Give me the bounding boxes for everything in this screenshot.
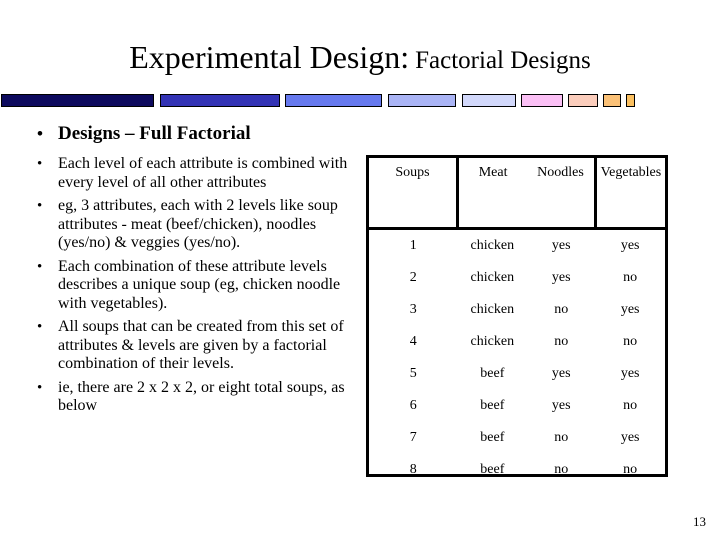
table-cell-meat: chicken — [470, 334, 515, 349]
page-number: 13 — [693, 514, 706, 529]
bullet-text: eg, 3 attributes, each with 2 levels lik… — [58, 197, 338, 251]
accent-bar-segment-pale-blue — [462, 94, 516, 107]
table-cell-soups: 2 — [409, 270, 417, 285]
accent-bar-segment-periwinkle — [388, 94, 456, 107]
table-cell-vegetables: no — [623, 462, 638, 477]
accent-bar-segment-orange — [603, 94, 621, 107]
accent-bar-segment-orange-tiny — [626, 94, 635, 107]
table-cell-meat: beef — [480, 462, 505, 477]
table-cell-soups: 3 — [409, 302, 417, 317]
table-cell-vegetables: yes — [620, 302, 640, 317]
table-row: 6 beef yes no — [369, 390, 665, 422]
table-cell-soups: 5 — [409, 366, 417, 381]
table-cell-meat: beef — [480, 430, 505, 445]
table-cell-vegetables: yes — [620, 430, 640, 445]
table-cell-meat: beef — [480, 366, 505, 381]
bullet-text: Each level of each attribute is combined… — [58, 155, 348, 191]
table-cell-noodles: yes — [551, 398, 571, 413]
table-cell-meat: chicken — [470, 302, 515, 317]
accent-bar-segment-peach — [568, 94, 598, 107]
table-header-soups: Soups — [369, 158, 459, 230]
page-title: Experimental Design: Factorial Designs — [0, 38, 720, 80]
table-cell-vegetables: no — [623, 270, 638, 285]
bullet-item: • Each combination of these attribute lev… — [30, 258, 360, 314]
table-cell-soups: 4 — [409, 334, 417, 349]
table-row: 8 beef no no — [369, 454, 665, 486]
table-row: 4 chicken no no — [369, 326, 665, 358]
decorative-accent-bar — [0, 94, 720, 109]
soup-combination-table: Soups Meat Noodles Vegetables 1 chicken ye… — [366, 155, 668, 477]
accent-bar-segment-indigo — [160, 94, 280, 107]
table-cell-vegetables: yes — [620, 366, 640, 381]
title-subtitle-text: Factorial Designs — [415, 47, 591, 74]
bullet-dot-icon: • — [37, 379, 43, 396]
table-row: 7 beef no yes — [369, 422, 665, 454]
title-main-text: Experimental Design: — [129, 39, 410, 75]
table-cell-noodles: yes — [551, 238, 571, 253]
bullet-text: All soups that can be created from this … — [58, 318, 344, 372]
bullet-item: • eg, 3 attributes, each with 2 levels li… — [30, 197, 360, 253]
bullet-item: • All soups that can be created from this… — [30, 318, 360, 374]
table-cell-vegetables: yes — [620, 238, 640, 253]
table-cell-meat: chicken — [470, 238, 515, 253]
table-cell-noodles: no — [554, 462, 569, 477]
table-cell-soups: 1 — [409, 238, 417, 253]
bullet-text: ie, there are 2 x 2 x 2, or eight total … — [58, 378, 345, 415]
table-cell-noodles: no — [554, 430, 569, 445]
table-row: 1 chicken yes yes — [369, 229, 665, 263]
table-cell-noodles: yes — [551, 270, 571, 285]
bullet-dot-icon: • — [37, 319, 43, 335]
table-header-meat: Meat — [457, 158, 528, 230]
table-cell-soups: 8 — [409, 462, 417, 477]
bullet-dot-icon: • — [37, 156, 43, 172]
table-cell-soups: 7 — [409, 430, 417, 445]
bullet-dot-icon: • — [37, 198, 43, 214]
table-cell-noodles: yes — [551, 366, 571, 381]
table-row: 3 chicken no yes — [369, 294, 665, 326]
accent-bar-segment-pink — [521, 94, 563, 107]
bullet-list: • Designs – Full Factorial • Each level of … — [30, 122, 360, 421]
table-row: 5 beef yes yes — [369, 358, 665, 390]
table-row: 2 chicken yes no — [369, 262, 665, 294]
table-header-noodles: Noodles — [527, 158, 597, 230]
table-header-vegetables: Vegetables — [595, 158, 665, 230]
accent-bar-segment-navy — [1, 94, 154, 107]
table-cell-noodles: no — [554, 302, 569, 317]
table-cell-meat: beef — [480, 398, 505, 413]
bullet-item: • ie, there are 2 x 2 x 2, or eight total… — [30, 379, 360, 416]
table-cell-soups: 6 — [409, 398, 417, 413]
bullet-dot-icon: • — [37, 124, 43, 143]
table-cell-noodles: no — [554, 334, 569, 349]
bullet-item: • Each level of each attribute is combine… — [30, 155, 360, 192]
table-header-row: Soups Meat Noodles Vegetables — [369, 158, 665, 230]
bullet-text: Each combination of these attribute leve… — [58, 257, 341, 312]
bullet-item: • Designs – Full Factorial — [30, 122, 360, 146]
table-cell-vegetables: no — [623, 398, 638, 413]
bullet-dot-icon: • — [37, 258, 43, 275]
table-cell-vegetables: no — [623, 334, 638, 349]
bullet-text: Designs – Full Factorial — [58, 123, 251, 144]
table-cell-meat: chicken — [470, 270, 515, 285]
accent-bar-segment-royal-blue — [285, 94, 382, 107]
